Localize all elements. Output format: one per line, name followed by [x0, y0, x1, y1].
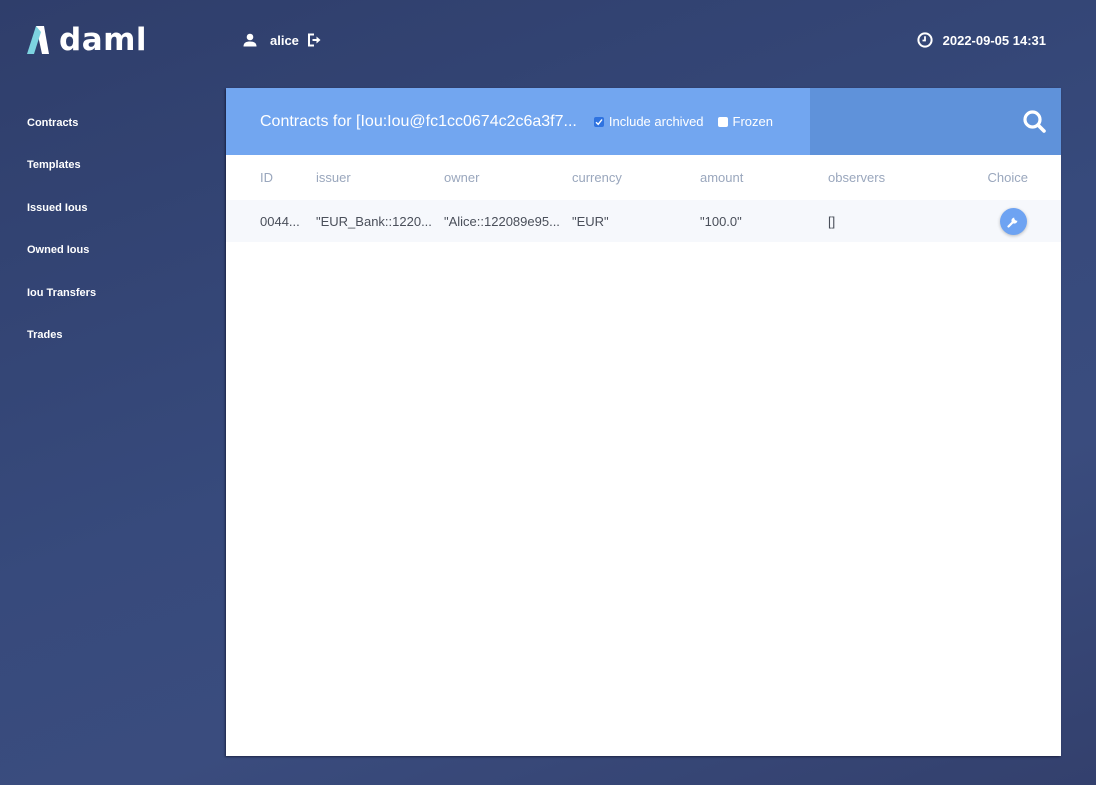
frozen-checkbox-box[interactable] — [717, 116, 728, 127]
column-header-choice: Choice — [987, 170, 1028, 185]
wrench-icon — [1007, 217, 1018, 228]
contracts-table: ID issuer owner currency amount observer… — [226, 155, 1061, 242]
column-header-amount[interactable]: amount — [700, 155, 828, 200]
column-header-owner[interactable]: owner — [444, 155, 572, 200]
sidebar-item-trades[interactable]: Trades — [27, 325, 96, 367]
frozen-label: Frozen — [732, 114, 773, 129]
panel-title: Contracts for [Iou:Iou@fc1cc0674c2c6a3f7… — [260, 112, 577, 130]
cell-choice — [956, 200, 1061, 242]
clock-icon — [917, 32, 933, 48]
search-icon — [1023, 110, 1046, 133]
cell-id: 0044... — [260, 213, 300, 229]
user-info: alice — [243, 30, 321, 50]
include-archived-checkbox[interactable]: Include archived — [593, 114, 704, 129]
column-header-observers[interactable]: observers — [828, 155, 956, 200]
sidebar-item-owned-ious[interactable]: Owned Ious — [27, 240, 96, 282]
user-name: alice — [270, 32, 299, 48]
daml-logo: daml — [27, 24, 147, 56]
table-header-row: ID issuer owner currency amount observer… — [226, 155, 1061, 200]
contracts-panel: Contracts for [Iou:Iou@fc1cc0674c2c6a3f7… — [226, 88, 1061, 756]
logo-text: daml — [59, 22, 148, 58]
cell-currency: "EUR" — [572, 213, 609, 229]
daml-logo-mark-icon — [27, 26, 49, 54]
include-archived-checkbox-box[interactable] — [593, 116, 604, 127]
table-row[interactable]: 0044... "EUR_Bank::1220... "Alice::12208… — [226, 200, 1061, 242]
panel-header: Contracts for [Iou:Iou@fc1cc0674c2c6a3f7… — [226, 88, 1061, 155]
cell-issuer: "EUR_Bank::1220... — [316, 213, 432, 229]
checkmark-icon — [595, 118, 603, 125]
frozen-checkbox[interactable]: Frozen — [717, 114, 773, 129]
column-header-id[interactable]: ID — [226, 155, 316, 200]
column-header-currency[interactable]: currency — [572, 155, 700, 200]
logout-icon[interactable] — [307, 33, 321, 47]
column-header-issuer[interactable]: issuer — [316, 155, 444, 200]
cell-amount: "100.0" — [700, 213, 742, 229]
include-archived-label: Include archived — [608, 114, 704, 129]
choice-button[interactable] — [1000, 207, 1027, 235]
sidebar-item-templates[interactable]: Templates — [27, 155, 96, 197]
sidebar-item-issued-ious[interactable]: Issued Ious — [27, 198, 96, 240]
sidebar-item-iou-transfers[interactable]: Iou Transfers — [27, 283, 96, 325]
sidebar: Contracts Templates Issued Ious Owned Io… — [27, 113, 96, 367]
user-icon — [243, 33, 257, 47]
cell-owner: "Alice::122089e95... — [444, 213, 560, 229]
clock: 2022-09-05 14:31 — [917, 30, 1046, 50]
cell-observers: [] — [828, 213, 836, 229]
search-button[interactable] — [810, 88, 1061, 155]
current-datetime: 2022-09-05 14:31 — [942, 32, 1046, 48]
sidebar-item-contracts[interactable]: Contracts — [27, 113, 96, 155]
